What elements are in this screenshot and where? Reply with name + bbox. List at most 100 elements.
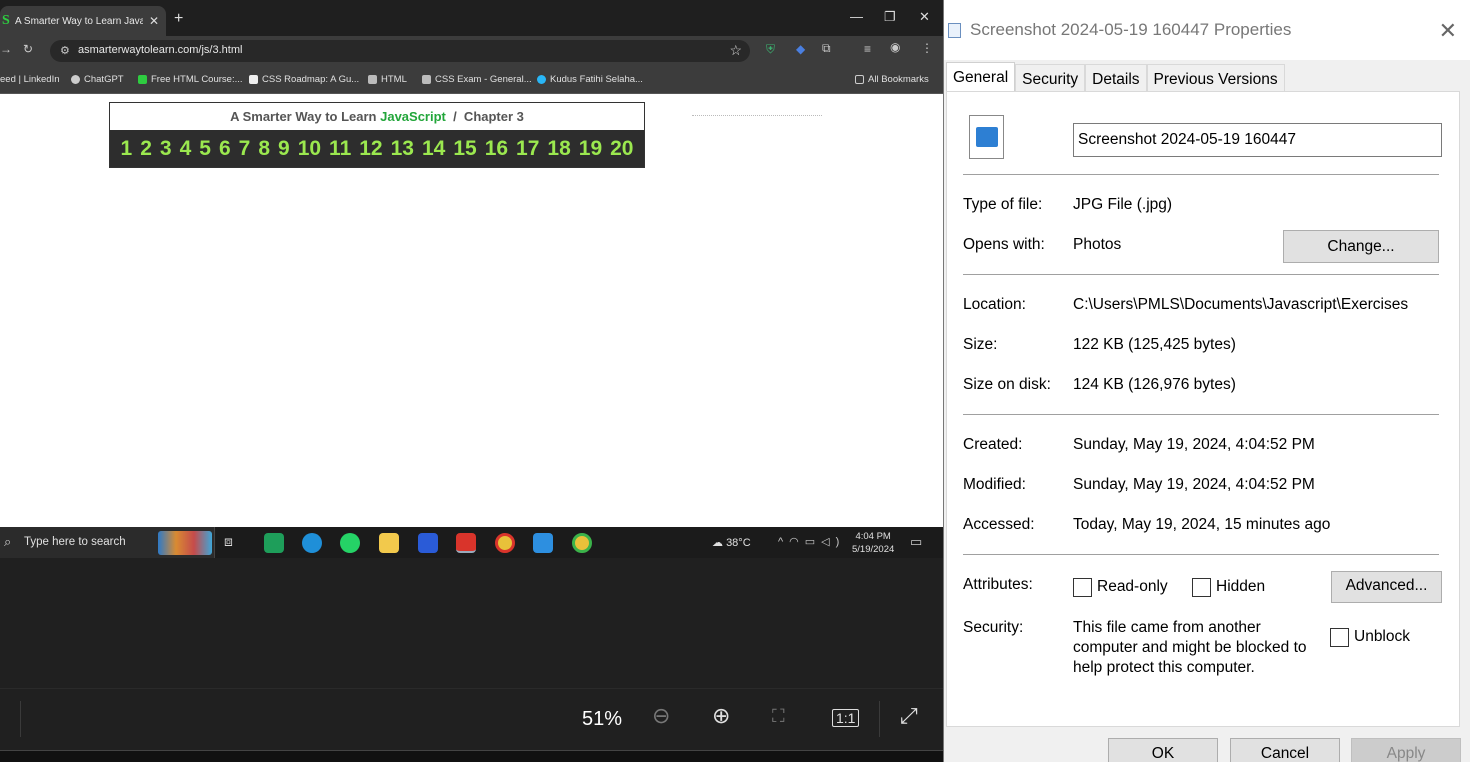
- chrome-profile-icon[interactable]: [572, 533, 592, 553]
- system-tray-icons[interactable]: ^◠▭◁): [778, 535, 845, 548]
- fullscreen-icon[interactable]: ⤢: [900, 703, 918, 729]
- chapter-link[interactable]: 4: [176, 137, 196, 161]
- url-text: asmarterwaytolearn.com/js/3.html: [78, 44, 243, 56]
- close-tab-icon[interactable]: ✕: [149, 14, 159, 28]
- close-icon[interactable]: ✕: [1439, 18, 1457, 44]
- extension-icon[interactable]: ◆: [796, 42, 805, 56]
- all-bookmarks[interactable]: All Bookmarks: [855, 74, 929, 85]
- chapter-link[interactable]: 9: [274, 137, 294, 161]
- location-value: C:\Users\PMLS\Documents\Javascript\Exerc…: [1073, 296, 1409, 313]
- change-button[interactable]: Change...: [1283, 230, 1439, 263]
- actual-size-icon[interactable]: 1:1: [832, 709, 860, 727]
- bookmark-linkedin[interactable]: eed | LinkedIn: [0, 74, 60, 85]
- chapter-link[interactable]: 11: [325, 137, 355, 161]
- site-info-icon[interactable]: ⚙: [60, 44, 70, 57]
- reload-icon[interactable]: ↻: [23, 42, 33, 56]
- chapter-link[interactable]: 12: [355, 137, 386, 161]
- bookmark-star-icon[interactable]: ☆: [729, 42, 742, 59]
- task-view-icon[interactable]: ⧈: [224, 533, 244, 553]
- chapter-link[interactable]: 2: [136, 137, 156, 161]
- cancel-button[interactable]: Cancel: [1230, 738, 1340, 762]
- chapter-link[interactable]: 20: [606, 137, 637, 161]
- bookmark-css-exam[interactable]: CSS Exam - General...: [422, 74, 532, 85]
- dev-app-icon[interactable]: [418, 533, 438, 553]
- hidden-checkbox[interactable]: [1192, 578, 1211, 597]
- bookmark-free-html[interactable]: Free HTML Course:...: [138, 74, 243, 85]
- browser-tab-strip: S A Smarter Way to Learn JavaScri ✕ + — …: [0, 0, 943, 36]
- chapter-link[interactable]: 13: [387, 137, 418, 161]
- modified-label: Modified:: [963, 476, 1026, 493]
- chapter-link[interactable]: 8: [254, 137, 274, 161]
- chapter-link[interactable]: 7: [235, 137, 255, 161]
- screenshot-image: S A Smarter Way to Learn JavaScri ✕ + — …: [0, 0, 943, 558]
- opens-with-value: Photos: [1073, 236, 1122, 253]
- taskbar-clock[interactable]: 4:04 PM 5/19/2024: [852, 530, 894, 556]
- close-window-icon[interactable]: ✕: [919, 9, 930, 25]
- web-page: A Smarter Way to Learn JavaScript / Chap…: [0, 95, 943, 527]
- zoom-level: 51%: [582, 708, 623, 730]
- divider: [963, 554, 1439, 555]
- edge-icon[interactable]: [302, 533, 322, 553]
- forward-icon[interactable]: →: [0, 42, 12, 56]
- accessed-label: Accessed:: [963, 516, 1035, 533]
- file-explorer-icon[interactable]: [379, 533, 399, 553]
- chapter-banner: A Smarter Way to Learn JavaScript / Chap…: [109, 102, 645, 168]
- shield-extension-icon[interactable]: ⛨: [766, 42, 775, 57]
- chapter-link[interactable]: 5: [195, 137, 215, 161]
- viewer-filmstrip-edge: [0, 750, 943, 762]
- notification-icon[interactable]: ▭: [910, 534, 922, 550]
- menu-kebab-icon[interactable]: ⋮: [921, 41, 933, 55]
- profile-avatar-icon[interactable]: ◉: [890, 40, 900, 54]
- media-icon[interactable]: ≡: [864, 42, 871, 56]
- app-icon-green[interactable]: [264, 533, 284, 553]
- taskbar-search[interactable]: ⌕ Type here to search: [0, 527, 215, 558]
- whatsapp-icon[interactable]: [340, 533, 360, 553]
- unblock-checkbox[interactable]: [1330, 628, 1349, 647]
- chapter-link[interactable]: 1: [117, 137, 137, 161]
- chrome-icon[interactable]: [495, 533, 515, 553]
- chapter-link[interactable]: 10: [294, 137, 325, 161]
- chapter-link[interactable]: 3: [156, 137, 176, 161]
- bookmark-kudus[interactable]: Kudus Fatihi Selaha...: [537, 74, 643, 85]
- clock-time: 4:04 PM: [855, 531, 891, 542]
- extensions-puzzle-icon[interactable]: ⧉: [822, 41, 831, 56]
- windows-taskbar: ⌕ Type here to search ⧈ ☁ 38°C ^◠▭◁) 4:0…: [0, 527, 943, 558]
- chapter-link[interactable]: 6: [215, 137, 235, 161]
- bookmark-html[interactable]: HTML: [368, 74, 407, 85]
- tab-details[interactable]: Details: [1085, 64, 1147, 92]
- readonly-checkbox[interactable]: [1073, 578, 1092, 597]
- chapter-link[interactable]: 19: [575, 137, 606, 161]
- cloud-icon: ☁: [712, 537, 727, 549]
- vscode-icon[interactable]: [533, 533, 553, 553]
- restore-icon[interactable]: ❐: [884, 9, 896, 25]
- fit-to-window-icon[interactable]: ⛶: [772, 706, 785, 727]
- chapter-link[interactable]: 15: [449, 137, 480, 161]
- new-tab-icon[interactable]: +: [174, 10, 183, 28]
- tab-general[interactable]: General: [946, 62, 1016, 92]
- dotted-divider: [692, 115, 822, 116]
- search-highlight-art: [158, 531, 212, 555]
- bookmark-chatgpt[interactable]: ChatGPT: [71, 74, 124, 85]
- app-icon-red[interactable]: [456, 533, 476, 553]
- chapter-link[interactable]: 18: [543, 137, 574, 161]
- address-bar[interactable]: ⚙ asmarterwaytolearn.com/js/3.html ☆: [50, 40, 750, 62]
- zoom-out-icon[interactable]: ⊖: [652, 703, 670, 729]
- apply-button[interactable]: Apply: [1351, 738, 1461, 762]
- type-label: Type of file:: [963, 196, 1043, 213]
- tab-previous-versions[interactable]: Previous Versions: [1146, 64, 1285, 92]
- zoom-in-icon[interactable]: ⊕: [712, 703, 730, 729]
- tab-security[interactable]: Security: [1015, 64, 1086, 92]
- weather-widget[interactable]: ☁ 38°C: [712, 536, 751, 549]
- file-name-field[interactable]: [1073, 123, 1442, 157]
- chapter-link[interactable]: 16: [481, 137, 512, 161]
- browser-tab[interactable]: S A Smarter Way to Learn JavaScri ✕: [0, 6, 166, 36]
- divider: [963, 414, 1439, 415]
- ok-button[interactable]: OK: [1108, 738, 1218, 762]
- chapter-link[interactable]: 14: [418, 137, 449, 161]
- minimize-icon[interactable]: —: [850, 9, 863, 24]
- advanced-button[interactable]: Advanced...: [1331, 571, 1442, 603]
- photo-viewer: S A Smarter Way to Learn JavaScri ✕ + — …: [0, 0, 943, 762]
- chapter-link[interactable]: 17: [512, 137, 543, 161]
- bookmark-css-roadmap[interactable]: CSS Roadmap: A Gu...: [249, 74, 359, 85]
- dialog-title: Screenshot 2024-05-19 160447 Properties: [970, 20, 1292, 39]
